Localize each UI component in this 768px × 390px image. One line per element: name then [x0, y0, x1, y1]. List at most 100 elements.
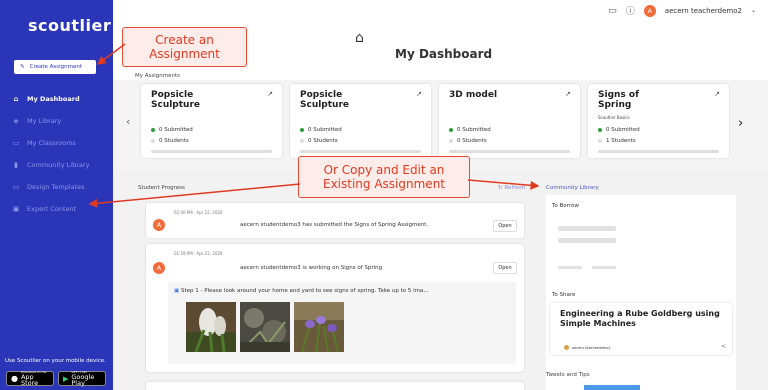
photo-hyacinth[interactable] — [186, 302, 236, 352]
sidebar-item-my-dashboard[interactable]: ⌂ My Dashboard — [0, 88, 113, 110]
sidebar-item-label: Community Library — [27, 161, 90, 169]
card-title: 3D model — [449, 90, 498, 100]
chevron-right-icon[interactable]: › — [738, 116, 743, 131]
library-icon: ◈ — [13, 117, 19, 125]
my-assignments-label: My Assignments — [135, 73, 180, 79]
chevron-down-icon[interactable]: ⌄ — [751, 7, 756, 14]
activity-item: 01:59 PM · Apr 22, 2020 A aecern student… — [146, 244, 524, 372]
card-title: Popsicle Sculpture — [300, 90, 350, 110]
activity-item — [146, 382, 524, 390]
submitted-dot — [449, 128, 453, 132]
scoutlier-logo[interactable]: scoutlier — [28, 16, 111, 35]
external-link-icon[interactable]: ↗ — [416, 90, 422, 98]
sidebar-item-label: My Dashboard — [27, 95, 80, 103]
sidebar: scoutlier ✎ Create Assignment ⌂ My Dashb… — [0, 0, 113, 390]
card-title: Popsicle Sculpture — [151, 90, 201, 110]
students-dot — [151, 139, 155, 143]
event-message: aecern studentdemo3 has submitted the Si… — [240, 222, 429, 228]
app-store-badge[interactable]: ● Download on the App Store — [6, 370, 54, 387]
photo-crocus[interactable] — [294, 302, 344, 352]
progress-bar — [151, 150, 272, 153]
assignment-card[interactable]: 3D model ↗ 0 Submitted 0 Students — [439, 84, 580, 158]
progress-bar — [449, 150, 570, 153]
home-icon: ⌂ — [355, 30, 364, 46]
tweet-preview — [584, 385, 640, 390]
chat-icon[interactable]: ▭ — [608, 6, 617, 16]
placeholder-line — [558, 266, 582, 269]
help-icon[interactable]: ⓘ — [626, 4, 635, 17]
user-name[interactable]: aecern teacherdemo2 — [665, 7, 742, 15]
create-assignment-button[interactable]: ✎ Create Assignment — [14, 60, 96, 74]
submitted-dot — [151, 128, 155, 132]
image-icon: ▣ — [174, 288, 180, 294]
page-title: My Dashboard — [395, 47, 493, 61]
share-icon[interactable]: < — [721, 343, 726, 350]
assignment-card[interactable]: Popsicle Sculpture ↗ 0 Submitted 0 Stude… — [290, 84, 431, 158]
event-time: 02:00 PM · Apr 22, 2020 — [174, 210, 223, 215]
community-icon: ▮ — [14, 161, 18, 169]
submitted-dot — [300, 128, 304, 132]
event-message: aecern studentdemo3 is working on Signs … — [240, 265, 383, 271]
submitted-count: 0 Submitted — [159, 127, 193, 133]
external-link-icon[interactable]: ↗ — [267, 90, 273, 98]
shared-author: aecern teacherdemo2 — [572, 345, 611, 350]
community-library-link[interactable]: Community Library — [546, 185, 599, 191]
card-subtitle: Scoutlier Basics — [598, 115, 630, 120]
card-title: Signs of Spring — [598, 90, 640, 110]
app-store-large-text: App Store — [20, 372, 39, 387]
submitted-dot — [598, 128, 602, 132]
open-button[interactable]: Open — [493, 262, 517, 274]
placeholder-line — [592, 266, 616, 269]
monitor-icon: ▭ — [12, 139, 20, 147]
sidebar-item-label: Design Templates — [27, 183, 85, 191]
community-library-panel: To Borrow To Share Engineering a Rube Go… — [546, 195, 736, 390]
avatar — [564, 345, 569, 350]
activity-item: 02:00 PM · Apr 22, 2020 A aecern student… — [146, 203, 524, 238]
assignment-card[interactable]: Popsicle Sculpture ↗ 0 Submitted 0 Stude… — [141, 84, 282, 158]
placeholder-line — [558, 226, 616, 231]
photo-garden[interactable] — [240, 302, 290, 352]
shared-assignment-card[interactable]: Engineering a Rube Goldberg using Simple… — [550, 303, 732, 355]
external-link-icon[interactable]: ↗ — [565, 90, 571, 98]
expert-icon: ▣ — [12, 205, 20, 213]
submitted-count: 0 Submitted — [457, 127, 491, 133]
avatar: A — [153, 219, 165, 231]
avatar[interactable]: A — [643, 4, 656, 17]
play-icon: ▶ — [63, 374, 69, 383]
arrow-to-expert — [88, 183, 301, 208]
sidebar-item-community-library[interactable]: ▮ Community Library — [0, 154, 113, 176]
external-link-icon[interactable]: ↗ — [714, 90, 720, 98]
sidebar-item-design-templates[interactable]: ▭ Design Templates — [0, 176, 113, 198]
submitted-count: 0 Submitted — [308, 127, 342, 133]
refresh-link[interactable]: ↻ Refresh — [498, 185, 525, 191]
pencil-icon: ✎ — [20, 64, 25, 70]
submitted-count: 0 Submitted — [606, 127, 640, 133]
tweets-and-tips-label: Tweets and Tips — [546, 372, 590, 378]
callout-copy-edit: Or Copy and Edit an Existing Assignment — [298, 156, 470, 198]
assignment-card[interactable]: Signs of Spring Scoutlier Basics ↗ 0 Sub… — [588, 84, 729, 158]
students-count: 1 Students — [606, 138, 636, 144]
sidebar-item-label: My Library — [27, 117, 62, 125]
sidebar-item-expert-content[interactable]: ▣ Expert Content — [0, 198, 113, 220]
apple-icon: ● — [11, 374, 18, 383]
open-button[interactable]: Open — [493, 220, 517, 232]
students-count: 0 Students — [457, 138, 487, 144]
create-assignment-label: Create Assignment — [29, 64, 83, 70]
refresh-label: Refresh — [504, 185, 526, 191]
sidebar-nav: ⌂ My Dashboard ◈ My Library ▭ My Classro… — [0, 88, 113, 220]
student-progress-label: Student Progress — [138, 185, 185, 191]
sidebar-item-my-library[interactable]: ◈ My Library — [0, 110, 113, 132]
callout-create-assignment: Create an Assignment — [122, 27, 247, 67]
sidebar-item-my-classrooms[interactable]: ▭ My Classrooms — [0, 132, 113, 154]
google-play-badge[interactable]: ▶ GET IT ON Google Play — [58, 370, 106, 386]
to-share-label: To Share — [552, 292, 576, 298]
chevron-left-icon[interactable]: ‹ — [126, 115, 130, 128]
template-icon: ▭ — [12, 183, 20, 191]
progress-bar — [300, 150, 421, 153]
students-dot — [300, 139, 304, 143]
avatar: A — [153, 262, 165, 274]
to-borrow-label: To Borrow — [552, 203, 579, 209]
progress-bar — [598, 150, 719, 153]
students-count: 0 Students — [308, 138, 338, 144]
mobile-promo-text: Use Scoutlier on your mobile device. — [5, 358, 106, 364]
